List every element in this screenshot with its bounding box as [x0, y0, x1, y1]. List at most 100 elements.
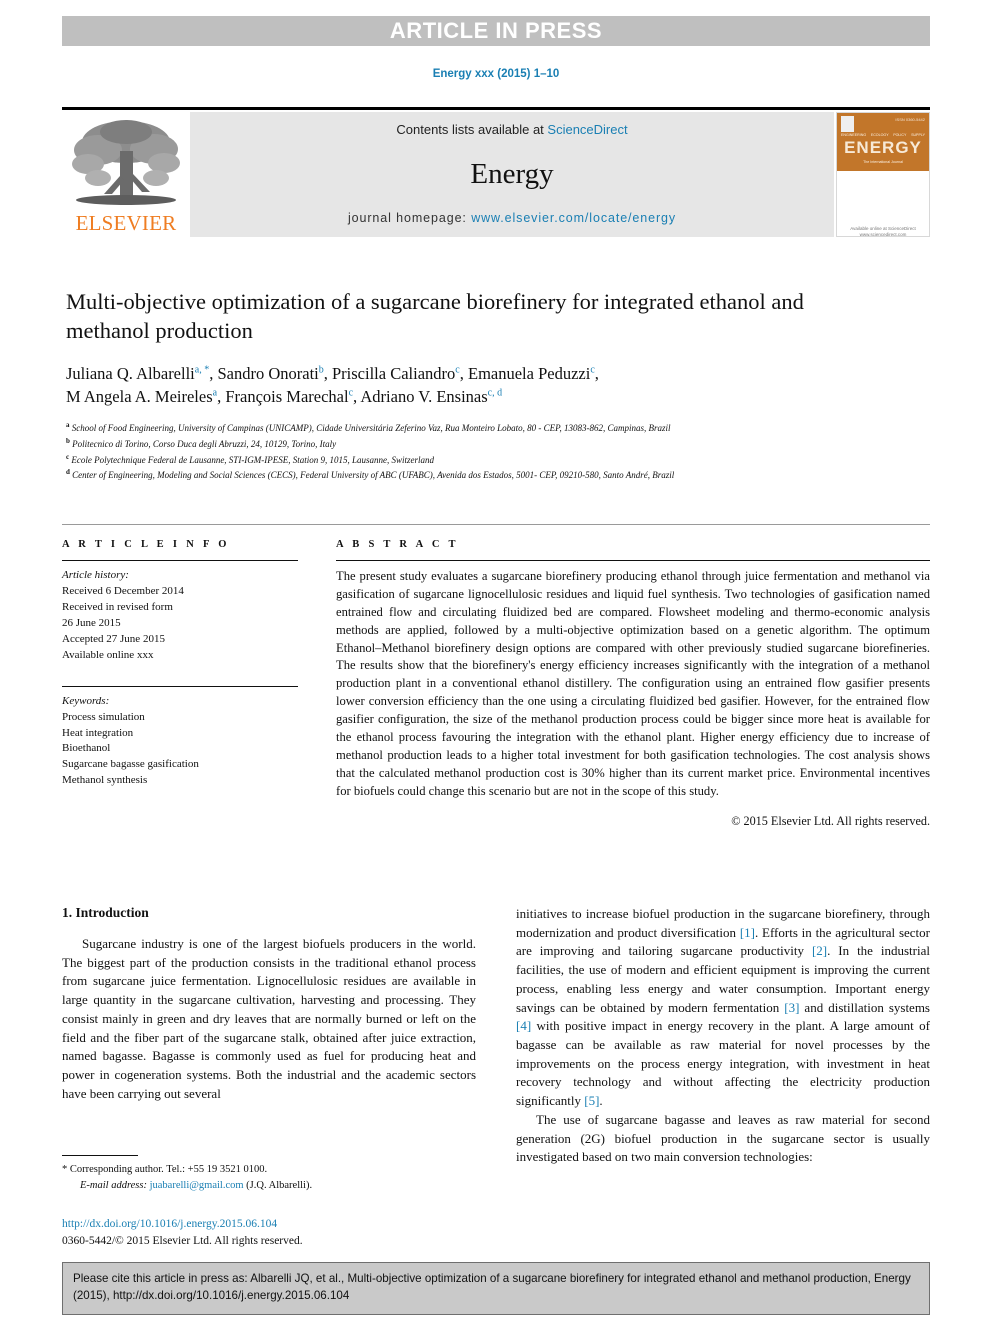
affiliation-item: c Ecole Polytechnique Federal de Lausann… — [66, 452, 876, 468]
abstract-text: The present study evaluates a sugarcane … — [336, 569, 930, 798]
keywords-label: Keywords: — [62, 694, 110, 707]
author-entry[interactable]: François Marechalc — [225, 387, 353, 406]
affiliation-mark: a — [66, 421, 70, 430]
email-label: E-mail address: — [80, 1179, 150, 1191]
author-entry[interactable]: M Angela A. Meirelesa — [66, 387, 217, 406]
doi-block: http://dx.doi.org/10.1016/j.energy.2015.… — [62, 1216, 562, 1249]
contents-prefix: Contents lists available at — [396, 122, 548, 137]
author-affiliation-marks: a, * — [194, 364, 210, 375]
keywords-block: Keywords: Process simulation Heat integr… — [62, 685, 298, 790]
keywords-rule — [62, 685, 298, 687]
body-columns: 1. Introduction Sugarcane industry is on… — [62, 905, 930, 1167]
journal-homepage-line: journal homepage: www.elsevier.com/locat… — [348, 211, 676, 225]
keyword-item: Sugarcane bagasse gasification — [62, 758, 199, 771]
elsevier-wordmark: ELSEVIER — [75, 211, 177, 235]
affiliation-text: School of Food Engineering, University o… — [71, 423, 671, 434]
body-column-left: 1. Introduction Sugarcane industry is on… — [62, 905, 476, 1167]
author-entry[interactable]: Juliana Q. Albarellia, * — [66, 364, 209, 383]
author-entry[interactable]: Priscilla Caliandroc — [332, 364, 460, 383]
cover-keywords: ENGINEERING ECOLOGY POLICY SUPPLY — [841, 133, 925, 137]
cover-top-band: ISSN 0360-5442 ENGINEERING ECOLOGY POLIC… — [837, 113, 929, 171]
citation-reference[interactable]: [1] — [740, 925, 755, 940]
journal-cover-thumbnail[interactable]: ISSN 0360-5442 ENGINEERING ECOLOGY POLIC… — [836, 112, 930, 237]
abstract-rule — [336, 560, 930, 561]
author-name: Priscilla Caliandro — [332, 363, 456, 383]
info-abstract-row: A R T I C L E I N F O Article history: R… — [62, 524, 930, 829]
citation-reference[interactable]: [5] — [584, 1093, 599, 1108]
article-info-rule — [62, 560, 298, 561]
affiliation-item: b Politecnico di Torino, Corso Duca degl… — [66, 436, 876, 452]
abstract-copyright: © 2015 Elsevier Ltd. All rights reserved… — [731, 814, 930, 829]
affiliation-mark: c — [66, 452, 70, 461]
citation-reference[interactable]: [3] — [784, 1000, 799, 1015]
affiliation-item: a School of Food Engineering, University… — [66, 420, 876, 436]
corresponding-author-line: * Corresponding author. Tel.: +55 19 352… — [62, 1164, 268, 1175]
keyword-item: Heat integration — [62, 726, 134, 739]
contents-box: Contents lists available at ScienceDirec… — [190, 112, 834, 237]
article-in-press-banner: ARTICLE IN PRESS — [62, 16, 930, 46]
journal-masthead: ELSEVIER Contents lists available at Sci… — [62, 107, 930, 237]
author-entry[interactable]: Sandro Onoratib — [217, 364, 323, 383]
email-line: E-mail address: juabarelli@gmail.com (J.… — [62, 1178, 476, 1194]
cover-keyword-0: ENGINEERING — [841, 133, 867, 137]
cover-keyword-2: POLICY — [893, 133, 907, 137]
doi-link[interactable]: http://dx.doi.org/10.1016/j.energy.2015.… — [62, 1216, 562, 1233]
affiliation-mark: b — [66, 437, 70, 446]
elsevier-logo: ELSEVIER — [62, 112, 190, 237]
author-name: Sandro Onorati — [217, 363, 319, 383]
author-name: François Marechal — [225, 387, 349, 407]
affiliation-mark: d — [66, 468, 70, 477]
affiliation-text: Center of Engineering, Modeling and Soci… — [72, 470, 675, 481]
sciencedirect-link[interactable]: ScienceDirect — [547, 122, 627, 137]
citation-reference[interactable]: [2] — [812, 943, 827, 958]
author-line-2: M Angela A. Meirelesa, François Marechal… — [66, 387, 503, 407]
citation-reference[interactable]: [4] — [516, 1018, 531, 1033]
cover-keyword-1: ECOLOGY — [870, 133, 889, 137]
title-block: Multi-objective optimization of a sugarc… — [66, 287, 876, 483]
abstract-column: A B S T R A C T The present study evalua… — [336, 539, 930, 829]
author-affiliation-marks: b — [318, 364, 324, 375]
author-name: Adriano V. Ensinas — [360, 387, 488, 407]
author-entry[interactable]: Adriano V. Ensinasc, d — [360, 387, 502, 406]
footnote-rule — [62, 1155, 138, 1156]
email-link[interactable]: juabarelli@gmail.com — [150, 1180, 244, 1191]
article-history-block: Article history: Received 6 December 201… — [62, 568, 298, 664]
article-in-press-label: ARTICLE IN PRESS — [389, 18, 603, 43]
cite-this-article-box: Please cite this article in press as: Al… — [62, 1262, 930, 1315]
cover-body: Available online at ScienceDirect www.sc… — [837, 171, 929, 236]
introduction-paragraph: initiatives to increase biofuel producti… — [516, 905, 930, 1111]
cover-issue-label: ISSN 0360-5442 — [895, 117, 925, 122]
body-column-gap — [476, 905, 516, 1167]
author-affiliation-marks: c — [590, 364, 595, 375]
affiliation-list: a School of Food Engineering, University… — [66, 420, 876, 483]
page-title: Multi-objective optimization of a sugarc… — [66, 289, 804, 344]
contents-available-line: Contents lists available at ScienceDirec… — [396, 122, 627, 137]
keyword-item: Bioethanol — [62, 742, 111, 755]
article-page: ARTICLE IN PRESS Energy xxx (2015) 1–10 — [0, 0, 992, 1323]
cover-elsevier-mark-icon — [841, 116, 854, 132]
keyword-item: Methanol synthesis — [62, 774, 148, 787]
article-history-item: 26 June 2015 — [62, 616, 121, 629]
keyword-item: Process simulation — [62, 710, 145, 723]
author-name: Emanuela Peduzzi — [467, 363, 591, 383]
elsevier-tree-icon — [72, 120, 180, 205]
issn-copyright: 0360-5442/© 2015 Elsevier Ltd. All right… — [62, 1234, 303, 1247]
corresponding-author-footnote: * Corresponding author. Tel.: +55 19 352… — [62, 1155, 476, 1194]
body-column-right: initiatives to increase biofuel producti… — [516, 905, 930, 1167]
affiliation-text: Politecnico di Torino, Corso Duca degli … — [72, 439, 337, 450]
article-info-column: A R T I C L E I N F O Article history: R… — [62, 539, 298, 829]
author-entry[interactable]: Emanuela Peduzzic — [468, 364, 595, 383]
introduction-heading: 1. Introduction — [62, 905, 149, 920]
cite-this-article-text: Please cite this article in press as: Al… — [73, 1272, 911, 1302]
article-history-item: Received in revised form — [62, 600, 173, 613]
affiliation-item: d Center of Engineering, Modeling and So… — [66, 467, 876, 483]
column-gap — [298, 539, 336, 829]
affiliation-text: Ecole Polytechnique Federal de Lausanne,… — [71, 454, 435, 465]
cover-subtitle: The International Journal — [863, 160, 903, 164]
journal-homepage-link[interactable]: www.elsevier.com/locate/energy — [471, 211, 676, 225]
author-line-1: Juliana Q. Albarellia, *, Sandro Onorati… — [66, 363, 599, 383]
abstract-heading: A B S T R A C T — [336, 539, 459, 550]
author-affiliation-marks: c — [348, 387, 354, 399]
author-list: Juliana Q. Albarellia, *, Sandro Onorati… — [66, 362, 876, 410]
article-history-item: Received 6 December 2014 — [62, 584, 184, 597]
